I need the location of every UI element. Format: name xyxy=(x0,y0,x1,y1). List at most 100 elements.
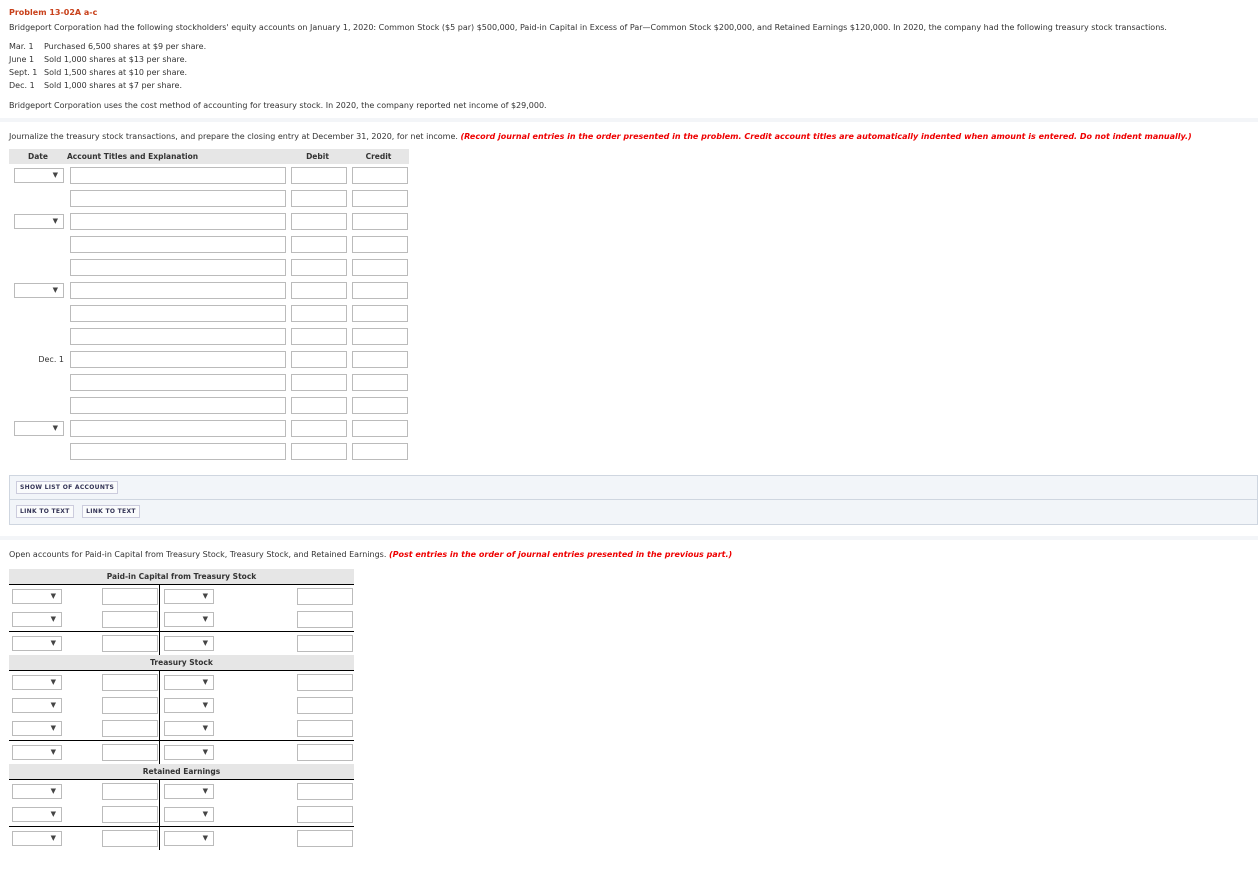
debit-input[interactable] xyxy=(291,282,347,299)
debit-input[interactable] xyxy=(291,420,347,437)
account-title-input[interactable] xyxy=(70,374,286,391)
taccounts-panel: Open accounts for Paid-in Capital from T… xyxy=(0,540,1258,876)
link-to-text-button-2[interactable]: LINK TO TEXT xyxy=(82,505,140,518)
account-title-input[interactable] xyxy=(70,305,286,322)
debit-input[interactable] xyxy=(291,213,347,230)
journal-header: Date Account Titles and Explanation Debi… xyxy=(9,149,409,164)
credit-input[interactable] xyxy=(352,374,408,391)
debit-account-select[interactable] xyxy=(12,745,62,760)
credit-input[interactable] xyxy=(352,443,408,460)
transaction-item: Sept. 1 Sold 1,500 shares at $10 per shar… xyxy=(9,68,188,77)
debit-account-select[interactable] xyxy=(12,721,62,736)
credit-input[interactable] xyxy=(352,420,408,437)
link-to-text-button[interactable]: LINK TO TEXT xyxy=(16,505,74,518)
account-title-input[interactable] xyxy=(70,190,286,207)
header-account: Account Titles and Explanation xyxy=(67,152,199,161)
debit-input[interactable] xyxy=(291,259,347,276)
debit-amount-input[interactable] xyxy=(102,783,158,800)
debit-account-select[interactable] xyxy=(12,636,62,651)
account-title-input[interactable] xyxy=(70,420,286,437)
credit-amount-input[interactable] xyxy=(297,635,353,652)
debit-account-select[interactable] xyxy=(12,612,62,627)
credit-amount-input[interactable] xyxy=(297,611,353,628)
credit-amount-input[interactable] xyxy=(297,674,353,691)
credit-input[interactable] xyxy=(352,190,408,207)
t-account-row xyxy=(9,631,354,655)
credit-account-select[interactable] xyxy=(164,612,214,627)
show-list-of-accounts-button[interactable]: SHOW LIST OF ACCOUNTS xyxy=(16,481,119,494)
credit-amount-input[interactable] xyxy=(297,783,353,800)
credit-account-select[interactable] xyxy=(164,675,214,690)
debit-input[interactable] xyxy=(291,167,347,184)
t-account: Retained Earnings xyxy=(9,764,354,850)
debit-input[interactable] xyxy=(291,236,347,253)
debit-input[interactable] xyxy=(291,443,347,460)
credit-input[interactable] xyxy=(352,282,408,299)
credit-amount-input[interactable] xyxy=(297,697,353,714)
debit-input[interactable] xyxy=(291,190,347,207)
credit-amount-input[interactable] xyxy=(297,720,353,737)
debit-input[interactable] xyxy=(291,328,347,345)
debit-amount-input[interactable] xyxy=(102,806,158,823)
account-title-input[interactable] xyxy=(70,259,286,276)
account-title-input[interactable] xyxy=(70,213,286,230)
debit-account-select[interactable] xyxy=(12,807,62,822)
debit-account-select[interactable] xyxy=(12,675,62,690)
debit-input[interactable] xyxy=(291,351,347,368)
credit-input[interactable] xyxy=(352,236,408,253)
credit-account-select[interactable] xyxy=(164,636,214,651)
date-select[interactable] xyxy=(14,214,64,229)
credit-input[interactable] xyxy=(352,305,408,322)
t-account-title: Treasury Stock xyxy=(9,655,354,671)
debit-input[interactable] xyxy=(291,397,347,414)
account-title-input[interactable] xyxy=(70,282,286,299)
journal-row xyxy=(9,233,1249,256)
debit-amount-input[interactable] xyxy=(102,697,158,714)
credit-account-select[interactable] xyxy=(164,721,214,736)
credit-amount-input[interactable] xyxy=(297,806,353,823)
date-select[interactable] xyxy=(14,283,64,298)
credit-account-select[interactable] xyxy=(164,784,214,799)
credit-account-select[interactable] xyxy=(164,831,214,846)
credit-account-select[interactable] xyxy=(164,745,214,760)
transaction-item: June 1 Sold 1,000 shares at $13 per share… xyxy=(9,55,188,64)
debit-amount-input[interactable] xyxy=(102,635,158,652)
credit-input[interactable] xyxy=(352,397,408,414)
credit-amount-input[interactable] xyxy=(297,830,353,847)
credit-input[interactable] xyxy=(352,213,408,230)
debit-amount-input[interactable] xyxy=(102,611,158,628)
debit-input[interactable] xyxy=(291,374,347,391)
transaction-item: Mar. 1 Purchased 6,500 shares at $9 per s… xyxy=(9,42,207,51)
credit-account-select[interactable] xyxy=(164,698,214,713)
debit-account-select[interactable] xyxy=(12,698,62,713)
account-title-input[interactable] xyxy=(70,167,286,184)
credit-input[interactable] xyxy=(352,328,408,345)
date-select[interactable] xyxy=(14,421,64,436)
account-title-input[interactable] xyxy=(70,351,286,368)
account-title-input[interactable] xyxy=(70,397,286,414)
journal-row xyxy=(9,302,1249,325)
debit-account-select[interactable] xyxy=(12,784,62,799)
credit-input[interactable] xyxy=(352,259,408,276)
debit-input[interactable] xyxy=(291,305,347,322)
credit-account-select[interactable] xyxy=(164,589,214,604)
journal-row xyxy=(9,164,1249,187)
debit-amount-input[interactable] xyxy=(102,830,158,847)
debit-account-select[interactable] xyxy=(12,831,62,846)
debit-amount-input[interactable] xyxy=(102,588,158,605)
credit-amount-input[interactable] xyxy=(297,744,353,761)
credit-input[interactable] xyxy=(352,351,408,368)
debit-account-select[interactable] xyxy=(12,589,62,604)
journal-row xyxy=(9,325,1249,348)
credit-input[interactable] xyxy=(352,167,408,184)
debit-amount-input[interactable] xyxy=(102,744,158,761)
debit-amount-input[interactable] xyxy=(102,720,158,737)
account-title-input[interactable] xyxy=(70,236,286,253)
date-label: Dec. 1 xyxy=(38,355,64,364)
credit-amount-input[interactable] xyxy=(297,588,353,605)
account-title-input[interactable] xyxy=(70,443,286,460)
debit-amount-input[interactable] xyxy=(102,674,158,691)
credit-account-select[interactable] xyxy=(164,807,214,822)
date-select[interactable] xyxy=(14,168,64,183)
account-title-input[interactable] xyxy=(70,328,286,345)
